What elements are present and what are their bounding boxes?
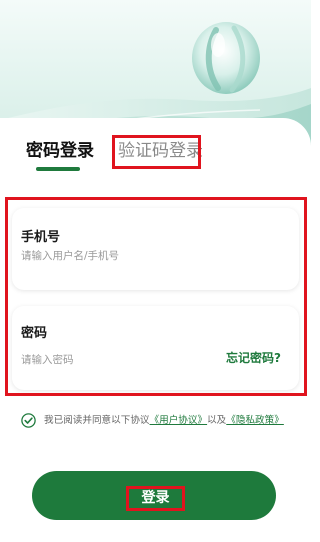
active-tab-indicator [36, 167, 80, 171]
form-highlight-box [5, 197, 307, 396]
tab-password-login[interactable]: 密码登录 [26, 139, 94, 163]
agreement-joiner: 以及 [207, 415, 227, 426]
agreement-prefix: 我已阅读并同意以下协议 [44, 415, 150, 426]
login-button[interactable] [32, 471, 276, 520]
water-drop-logo-icon [192, 22, 260, 94]
user-agreement-link[interactable]: 《用户协议》 [150, 415, 208, 426]
tab-code-highlight-box [112, 135, 201, 169]
check-circle-icon[interactable] [21, 413, 36, 428]
privacy-policy-link[interactable]: 《隐私政策》 [226, 415, 284, 426]
agreement-text: 我已阅读并同意以下协议《用户协议》以及《隐私政策》 [44, 414, 284, 427]
